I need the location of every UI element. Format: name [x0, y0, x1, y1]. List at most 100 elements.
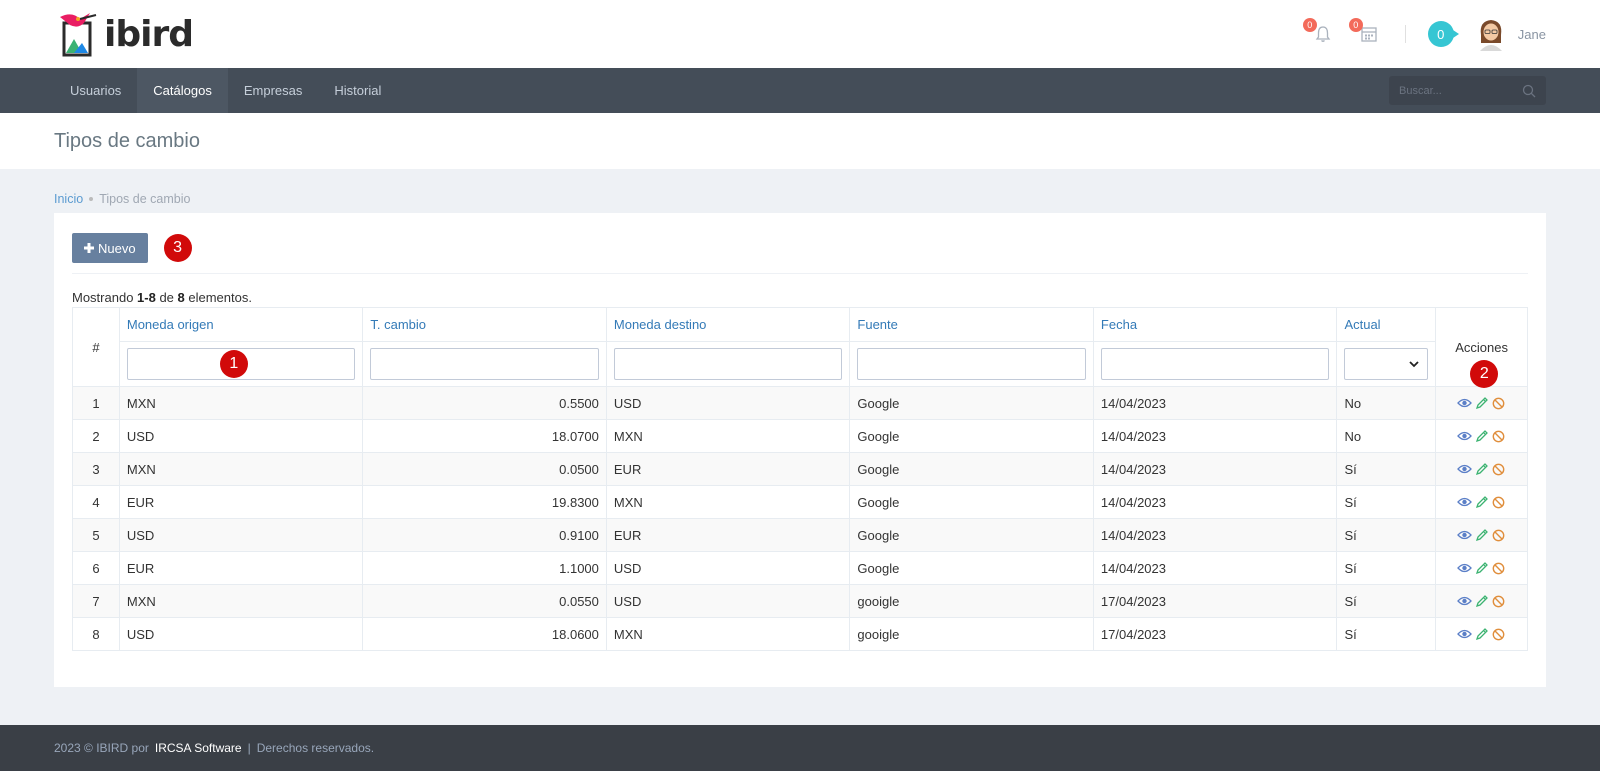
- edit-button[interactable]: [1474, 495, 1489, 510]
- table-row: 3 MXN 0.0500 EUR Google 14/04/2023 Sí: [72, 452, 1528, 486]
- deactivate-button[interactable]: [1491, 396, 1506, 411]
- breadcrumb-home-link[interactable]: Inicio: [54, 192, 83, 206]
- pencil-icon: [1476, 429, 1489, 442]
- ban-icon: [1492, 496, 1505, 508]
- pencil-icon: [1476, 594, 1489, 607]
- edit-button[interactable]: [1474, 429, 1489, 444]
- column-header-number: #: [72, 307, 120, 387]
- filter-cell-fuente: [849, 341, 1094, 387]
- edit-button[interactable]: [1474, 396, 1489, 411]
- new-button-label: Nuevo: [98, 240, 136, 256]
- filter-fuente-input[interactable]: [857, 348, 1086, 380]
- deactivate-button[interactable]: [1491, 627, 1506, 642]
- deactivate-button[interactable]: [1491, 528, 1506, 543]
- cell-actual: No: [1336, 419, 1437, 453]
- filter-cell-moneda-origen: 1: [118, 341, 364, 387]
- table-row: 8 USD 18.0600 MXN gooigle 17/04/2023 Sí: [72, 617, 1528, 651]
- eye-icon: [1457, 398, 1473, 408]
- calendar-button[interactable]: 0: [1348, 18, 1383, 48]
- notifications-button[interactable]: 0: [1302, 18, 1337, 48]
- view-button[interactable]: [1457, 594, 1473, 609]
- table-row: 5 USD 0.9100 EUR Google 14/04/2023 Sí: [72, 518, 1528, 552]
- column-header-fecha[interactable]: Fecha: [1092, 307, 1338, 342]
- column-header-fuente[interactable]: Fuente: [849, 307, 1094, 342]
- column-header-moneda-origen[interactable]: Moneda origen: [118, 307, 364, 342]
- search-icon[interactable]: [1522, 84, 1536, 98]
- user-name[interactable]: Jane: [1518, 27, 1546, 42]
- table-row: 1 MXN 0.5500 USD Google 14/04/2023 No: [72, 386, 1528, 420]
- row-actions: [1443, 561, 1520, 576]
- edit-button[interactable]: [1474, 462, 1489, 477]
- new-button[interactable]: Nuevo: [72, 233, 148, 263]
- view-button[interactable]: [1457, 396, 1473, 411]
- cell-moneda-destino: USD: [605, 386, 851, 420]
- edit-button[interactable]: [1474, 594, 1489, 609]
- cell-moneda-destino: MXN: [605, 485, 851, 519]
- cell-moneda-destino: MXN: [605, 419, 851, 453]
- row-actions: [1443, 396, 1520, 411]
- ban-icon: [1492, 529, 1505, 541]
- filter-moneda-destino-input[interactable]: [613, 348, 843, 380]
- filter-t-cambio-input[interactable]: [370, 348, 599, 380]
- pencil-icon: [1476, 627, 1489, 640]
- cell-t-cambio: 0.5500: [362, 386, 607, 420]
- nav-item-catalogos[interactable]: Catálogos: [137, 68, 228, 113]
- nav-item-usuarios[interactable]: Usuarios: [54, 68, 137, 113]
- cell-actual: Sí: [1336, 485, 1437, 519]
- deactivate-button[interactable]: [1491, 462, 1506, 477]
- eye-icon: [1457, 563, 1473, 573]
- summary-suffix: elementos.: [184, 290, 252, 305]
- logo-text: ibird: [104, 13, 194, 55]
- inbox-count-badge[interactable]: 0: [1427, 21, 1459, 47]
- cell-number: 7: [72, 584, 120, 618]
- footer: 2023 © IBIRD por IRCSA Software | Derech…: [0, 725, 1600, 771]
- ban-icon: [1492, 397, 1505, 409]
- view-button[interactable]: [1457, 429, 1473, 444]
- cell-t-cambio: 0.0550: [362, 584, 607, 618]
- deactivate-button[interactable]: [1491, 594, 1506, 609]
- summary-total: 8: [177, 290, 185, 305]
- cell-moneda-destino: USD: [605, 551, 851, 585]
- view-button[interactable]: [1457, 528, 1473, 543]
- row-actions: [1443, 528, 1520, 543]
- filter-actual-select[interactable]: [1344, 348, 1429, 380]
- edit-button[interactable]: [1474, 561, 1489, 576]
- edit-button[interactable]: [1474, 528, 1489, 543]
- eye-icon: [1457, 464, 1473, 474]
- view-button[interactable]: [1457, 495, 1473, 510]
- cell-fecha: 14/04/2023: [1092, 518, 1338, 552]
- cell-number: 1: [72, 386, 120, 420]
- deactivate-button[interactable]: [1491, 495, 1506, 510]
- column-header-t-cambio[interactable]: T. cambio: [362, 307, 607, 342]
- footer-brand-link[interactable]: IRCSA Software: [155, 741, 242, 755]
- summary-mid: de: [155, 290, 178, 305]
- nav-item-empresas[interactable]: Empresas: [228, 68, 319, 113]
- avatar[interactable]: [1476, 17, 1506, 51]
- cell-fuente: gooigle: [849, 584, 1094, 618]
- view-button[interactable]: [1457, 462, 1473, 477]
- filter-fecha-input[interactable]: [1100, 348, 1330, 380]
- table-header-row: # Moneda origen T. cambio Moneda destino…: [72, 307, 1528, 388]
- deactivate-button[interactable]: [1491, 561, 1506, 576]
- breadcrumb-separator: [89, 197, 94, 201]
- annotation-marker-1: 1: [219, 350, 248, 378]
- footer-rights: Derechos reservados.: [256, 741, 375, 755]
- view-button[interactable]: [1457, 561, 1473, 576]
- edit-button[interactable]: [1474, 627, 1489, 642]
- column-header-actual[interactable]: Actual: [1336, 307, 1437, 342]
- cell-actions: [1435, 452, 1528, 486]
- cell-t-cambio: 18.0700: [362, 419, 607, 453]
- cell-fecha: 14/04/2023: [1092, 485, 1338, 519]
- summary-range: 1-8: [137, 290, 156, 305]
- table-row: 7 MXN 0.0550 USD gooigle 17/04/2023 Sí: [72, 584, 1528, 618]
- cell-moneda-origen: EUR: [118, 551, 364, 585]
- row-actions: [1443, 429, 1520, 444]
- logo[interactable]: ibird: [54, 9, 194, 59]
- view-button[interactable]: [1457, 627, 1473, 642]
- search-input[interactable]: Buscar...: [1389, 76, 1546, 105]
- cell-moneda-origen: USD: [118, 419, 364, 453]
- nav-item-historial[interactable]: Historial: [318, 68, 397, 113]
- column-header-moneda-destino[interactable]: Moneda destino: [605, 307, 851, 342]
- table-row: 4 EUR 19.8300 MXN Google 14/04/2023 Sí: [72, 485, 1528, 519]
- deactivate-button[interactable]: [1491, 429, 1506, 444]
